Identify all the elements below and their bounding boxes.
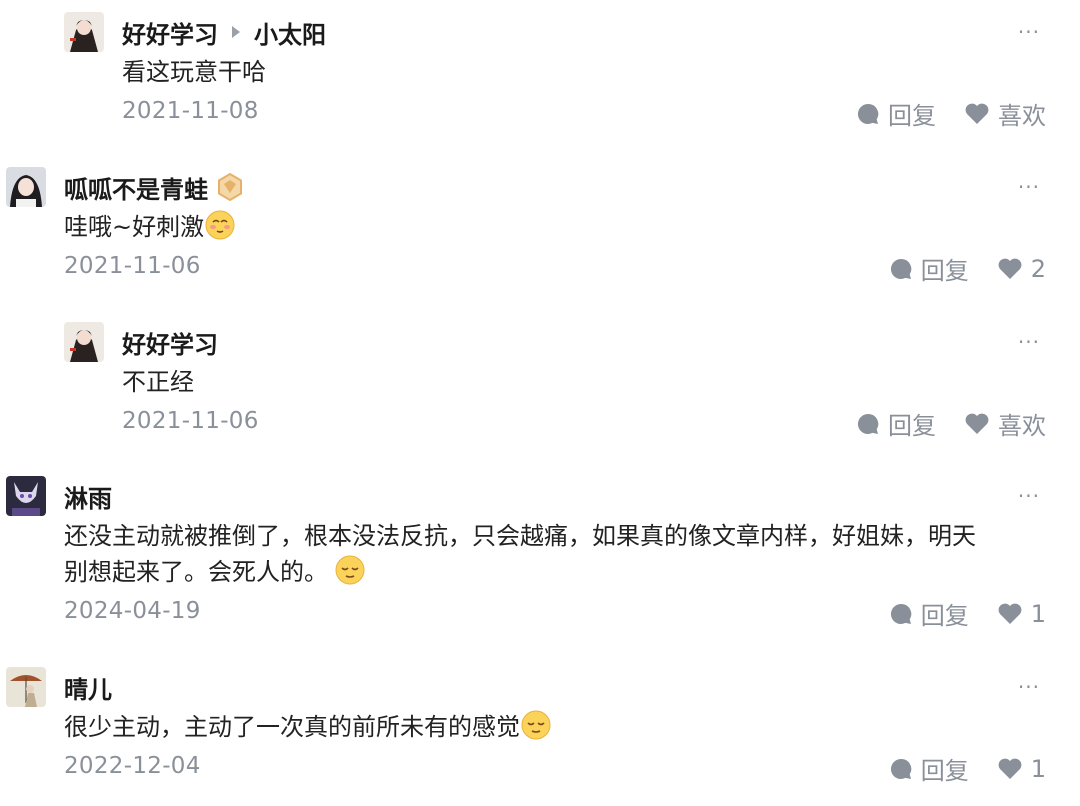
comment-text-line-2: 别想起来了。会死人的。 bbox=[64, 554, 366, 590]
avatar[interactable] bbox=[64, 322, 104, 362]
reply-label: 回复 bbox=[920, 757, 969, 785]
comment-actions: 回复 喜欢 bbox=[856, 96, 1046, 131]
more-options-button[interactable]: ··· bbox=[1018, 167, 1040, 207]
like-button[interactable]: 2 bbox=[997, 255, 1046, 283]
comment-actions: 回复 1 bbox=[889, 751, 1046, 786]
reply-bubble-icon bbox=[857, 413, 879, 434]
heart-icon bbox=[998, 258, 1022, 279]
comment-text: 别想起来了。会死人的。 bbox=[64, 558, 328, 586]
avatar[interactable] bbox=[6, 167, 46, 207]
more-options-button[interactable]: ··· bbox=[1018, 476, 1040, 516]
author-name[interactable]: 好好学习 bbox=[122, 15, 218, 50]
like-button[interactable]: 喜欢 bbox=[964, 96, 1046, 131]
author-name[interactable]: 呱呱不是青蛙 bbox=[64, 170, 208, 205]
reply-label: 回复 bbox=[920, 257, 969, 285]
comment-text-line-1: 还没主动就被推倒了，根本没法反抗，只会越痛，如果真的像文章内样，好姐妹，明天 bbox=[64, 522, 976, 550]
reply-button[interactable]: 回复 bbox=[856, 406, 936, 441]
comment-date: 2021-11-06 bbox=[64, 253, 201, 279]
reply-button[interactable]: 回复 bbox=[889, 751, 969, 786]
comment-actions: 回复 1 bbox=[889, 596, 1046, 631]
avatar[interactable] bbox=[6, 476, 46, 516]
comment-text-line: 哇哦~好刺激 bbox=[64, 209, 236, 245]
heart-icon bbox=[998, 603, 1022, 624]
comment-date: 2022-12-04 bbox=[64, 753, 201, 779]
comment-date: 2021-11-06 bbox=[122, 408, 259, 434]
reply-arrow-icon bbox=[232, 26, 240, 38]
author-line: 好好学习 小太阳 bbox=[122, 12, 326, 52]
reply-button[interactable]: 回复 bbox=[889, 596, 969, 631]
like-count: 2 bbox=[1030, 254, 1046, 283]
reply-bubble-icon bbox=[890, 603, 912, 624]
comment-text: 哇哦~好刺激 bbox=[64, 213, 205, 241]
comment-date: 2024-04-19 bbox=[64, 598, 201, 624]
relieved-emoji-icon bbox=[335, 555, 365, 585]
reply-label: 回复 bbox=[920, 602, 969, 630]
author-line: 淋雨 bbox=[64, 476, 112, 516]
author-line: 呱呱不是青蛙 bbox=[64, 167, 244, 207]
more-options-button[interactable]: ··· bbox=[1018, 667, 1040, 707]
heart-icon bbox=[998, 758, 1022, 779]
relieved-emoji-icon bbox=[521, 710, 551, 740]
level-badge-icon bbox=[218, 173, 242, 201]
more-options-button[interactable]: ··· bbox=[1018, 12, 1040, 52]
like-label: 喜欢 bbox=[998, 412, 1046, 440]
reply-bubble-icon bbox=[890, 758, 912, 779]
comment-text: 看这玩意干哈 bbox=[122, 58, 266, 86]
avatar[interactable] bbox=[64, 12, 104, 52]
author-name[interactable]: 淋雨 bbox=[64, 479, 112, 514]
like-count: 1 bbox=[1030, 754, 1046, 783]
comment-actions: 回复 喜欢 bbox=[856, 406, 1046, 441]
author-line: 好好学习 bbox=[122, 322, 218, 362]
author-line: 晴儿 bbox=[64, 667, 112, 707]
reply-label: 回复 bbox=[888, 412, 936, 440]
blush-emoji-icon bbox=[205, 210, 235, 240]
author-name[interactable]: 好好学习 bbox=[122, 325, 218, 360]
like-button[interactable]: 1 bbox=[997, 600, 1046, 628]
like-button[interactable]: 喜欢 bbox=[964, 406, 1046, 441]
more-options-button[interactable]: ··· bbox=[1018, 322, 1040, 362]
comment-text-line: 很少主动，主动了一次真的前所未有的感觉 bbox=[64, 709, 552, 745]
author-name[interactable]: 晴儿 bbox=[64, 670, 112, 705]
comment-date: 2021-11-08 bbox=[122, 98, 259, 124]
reply-bubble-icon bbox=[890, 258, 912, 279]
reply-to-name[interactable]: 小太阳 bbox=[254, 15, 326, 50]
reply-bubble-icon bbox=[857, 103, 879, 124]
like-label: 喜欢 bbox=[998, 102, 1046, 130]
heart-icon bbox=[965, 103, 989, 124]
like-count: 1 bbox=[1030, 599, 1046, 628]
heart-icon bbox=[965, 413, 989, 434]
comment-text: 很少主动，主动了一次真的前所未有的感觉 bbox=[64, 713, 520, 741]
like-button[interactable]: 1 bbox=[997, 755, 1046, 783]
comment-text: 不正经 bbox=[122, 368, 194, 396]
reply-label: 回复 bbox=[888, 102, 936, 130]
comment-actions: 回复 2 bbox=[889, 251, 1046, 286]
reply-button[interactable]: 回复 bbox=[889, 251, 969, 286]
avatar[interactable] bbox=[6, 667, 46, 707]
reply-button[interactable]: 回复 bbox=[856, 96, 936, 131]
